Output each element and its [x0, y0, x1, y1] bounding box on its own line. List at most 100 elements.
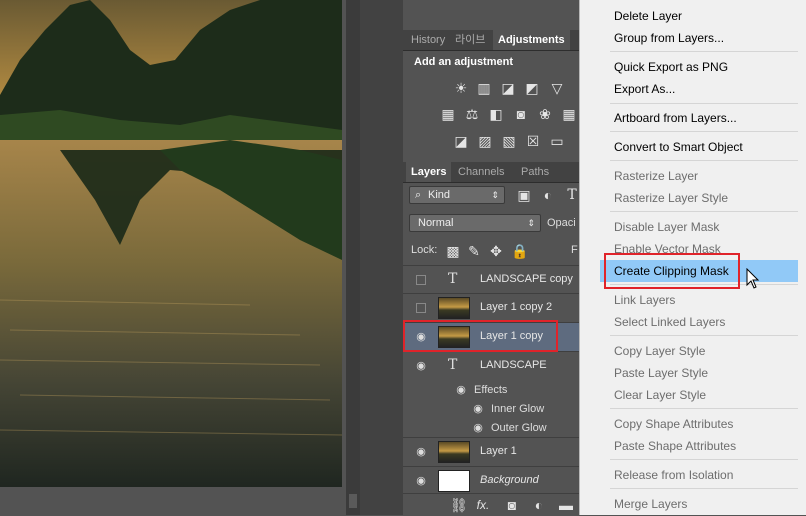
lock-brush-icon[interactable]: ✎ — [466, 243, 482, 259]
effects-label: Effects — [474, 384, 508, 396]
pixel-filter-icon[interactable]: ▣ — [516, 187, 532, 203]
menu-separator — [610, 488, 798, 489]
menu-item-link-layers[interactable]: Link Layers — [614, 290, 675, 310]
adjustments-panel: History 라이브 Adjustments Add an adjustmen… — [403, 0, 579, 160]
menu-separator — [610, 335, 798, 336]
layer-name[interactable]: Layer 1 copy 2 — [480, 301, 552, 313]
select-arrow-icon: ⇕ — [527, 218, 535, 228]
eye-icon[interactable]: ◉ — [415, 360, 427, 372]
menu-item-convert-smart-object[interactable]: Convert to Smart Object — [614, 137, 743, 157]
menu-item-quick-export[interactable]: Quick Export as PNG — [614, 57, 728, 77]
folder-icon[interactable]: ▬ — [558, 497, 574, 513]
adjustments-title: Add an adjustment — [414, 56, 514, 68]
layer-name[interactable]: Background — [480, 474, 539, 486]
curves-icon[interactable]: ◪ — [500, 80, 516, 96]
tab-history[interactable]: History — [406, 30, 450, 50]
mouse-cursor-icon — [746, 268, 760, 289]
eye-icon[interactable]: ◉ — [415, 475, 427, 487]
lock-all-icon[interactable]: 🔒 — [511, 243, 528, 259]
blend-mode-select[interactable]: Normal ⇕ — [409, 214, 541, 232]
layer-effects-group: ◉ Effects ◉ Inner Glow ◉ Outer Glow — [403, 379, 579, 436]
menu-item-clear-layer-style[interactable]: Clear Layer Style — [614, 385, 706, 405]
lock-transparent-icon[interactable]: ▩ — [445, 243, 461, 259]
menu-item-release-from-isolation[interactable]: Release from Isolation — [614, 465, 733, 485]
effect-outer-glow[interactable]: Outer Glow — [491, 422, 547, 434]
adjustment-icon[interactable]: ◐ — [531, 497, 547, 513]
layer-thumbnail — [438, 441, 470, 463]
adjustment-filter-icon[interactable]: ◐ — [540, 187, 556, 203]
visibility-toggle[interactable] — [416, 275, 426, 285]
menu-item-paste-shape-attributes[interactable]: Paste Shape Attributes — [614, 436, 736, 456]
canvas-status-bar — [0, 487, 342, 515]
eye-icon[interactable]: ◉ — [472, 403, 484, 415]
menu-item-group-from-layers[interactable]: Group from Layers... — [614, 28, 724, 48]
layer-row[interactable]: T LANDSCAPE copy — [403, 265, 579, 294]
hue-saturation-icon[interactable]: ▦ — [440, 106, 456, 122]
effect-inner-glow[interactable]: Inner Glow — [491, 403, 544, 415]
lock-position-icon[interactable]: ✥ — [488, 243, 504, 259]
menu-item-rasterize-layer-style[interactable]: Rasterize Layer Style — [614, 188, 728, 208]
menu-separator — [610, 459, 798, 460]
gradient-map-icon[interactable]: ▭ — [549, 133, 565, 149]
tab-layers[interactable]: Layers — [406, 162, 452, 182]
eye-icon[interactable]: ◉ — [415, 446, 427, 458]
photo-filter-icon[interactable]: ◙ — [513, 106, 529, 122]
opacity-label: Opaci — [547, 217, 576, 229]
visibility-toggle[interactable] — [416, 303, 426, 313]
tab-channels[interactable]: Channels — [453, 162, 509, 182]
menu-item-delete-layer[interactable]: Delete Layer — [614, 6, 682, 26]
menu-item-merge-layers[interactable]: Merge Layers — [614, 494, 687, 514]
threshold-icon[interactable]: ▧ — [501, 133, 517, 149]
eye-icon[interactable]: ◉ — [455, 384, 467, 396]
exposure-icon[interactable]: ◩ — [524, 80, 540, 96]
color-lookup-icon[interactable]: ▦ — [561, 106, 577, 122]
menu-item-artboard-from-layers[interactable]: Artboard from Layers... — [614, 108, 737, 128]
menu-separator — [610, 131, 798, 132]
levels-icon[interactable]: ▥ — [476, 80, 492, 96]
menu-separator — [610, 103, 798, 104]
search-icon: ⌕ — [415, 189, 422, 201]
type-filter-icon[interactable]: T — [564, 187, 580, 203]
menu-item-export-as[interactable]: Export As... — [614, 79, 675, 99]
lock-label: Lock: — [411, 244, 438, 256]
canvas-scrollbar[interactable] — [346, 0, 360, 515]
menu-item-select-linked-layers[interactable]: Select Linked Layers — [614, 312, 725, 332]
menu-item-paste-layer-style[interactable]: Paste Layer Style — [614, 363, 708, 383]
tab-live[interactable]: 라이브 — [450, 30, 490, 50]
selective-color-icon[interactable]: ☒ — [525, 133, 541, 149]
invert-icon[interactable]: ◪ — [453, 133, 469, 149]
layer-name[interactable]: LANDSCAPE — [480, 359, 547, 371]
menu-item-copy-shape-attributes[interactable]: Copy Shape Attributes — [614, 414, 733, 434]
menu-item-copy-layer-style[interactable]: Copy Layer Style — [614, 341, 705, 361]
document-canvas[interactable] — [0, 0, 342, 487]
link-icon[interactable]: ⛓ — [450, 497, 468, 513]
text-layer-icon: T — [448, 271, 458, 287]
annotation-highlight-layer — [403, 320, 558, 352]
menu-separator — [610, 51, 798, 52]
fx-icon[interactable]: fx. — [475, 497, 491, 513]
layer-row[interactable]: ◉ Layer 1 — [403, 437, 579, 466]
layer-row[interactable]: ◉ Background — [403, 466, 579, 495]
black-white-icon[interactable]: ◧ — [488, 106, 504, 122]
annotation-highlight-menu-item — [604, 253, 740, 289]
posterize-icon[interactable]: ▨ — [477, 133, 493, 149]
layer-row[interactable]: ◉ T LANDSCAPE — [403, 351, 579, 380]
mask-icon[interactable]: ◙ — [504, 497, 520, 513]
menu-item-rasterize-layer[interactable]: Rasterize Layer — [614, 166, 698, 186]
vibrance-icon[interactable]: ▽ — [549, 80, 565, 96]
color-balance-icon[interactable]: ⚖ — [464, 106, 480, 122]
menu-item-disable-layer-mask[interactable]: Disable Layer Mask — [614, 217, 719, 237]
eye-icon[interactable]: ◉ — [472, 422, 484, 434]
tab-adjustments[interactable]: Adjustments — [493, 30, 570, 50]
filter-kind-select[interactable]: ⌕ Kind ⇕ — [409, 186, 505, 204]
channel-mixer-icon[interactable]: ❀ — [537, 106, 553, 122]
layer-name[interactable]: LANDSCAPE copy — [480, 273, 573, 285]
layers-footer: ⛓ fx. ◙ ◐ ▬ — [403, 493, 579, 516]
brightness-contrast-icon[interactable]: ☀ — [453, 80, 469, 96]
layer-name[interactable]: Layer 1 — [480, 445, 517, 457]
fill-label: F — [571, 244, 578, 256]
blend-mode-value: Normal — [418, 217, 454, 229]
layer-row[interactable]: Layer 1 copy 2 — [403, 293, 579, 322]
scrollbar-thumb[interactable] — [349, 494, 357, 508]
tab-paths[interactable]: Paths — [516, 162, 554, 182]
